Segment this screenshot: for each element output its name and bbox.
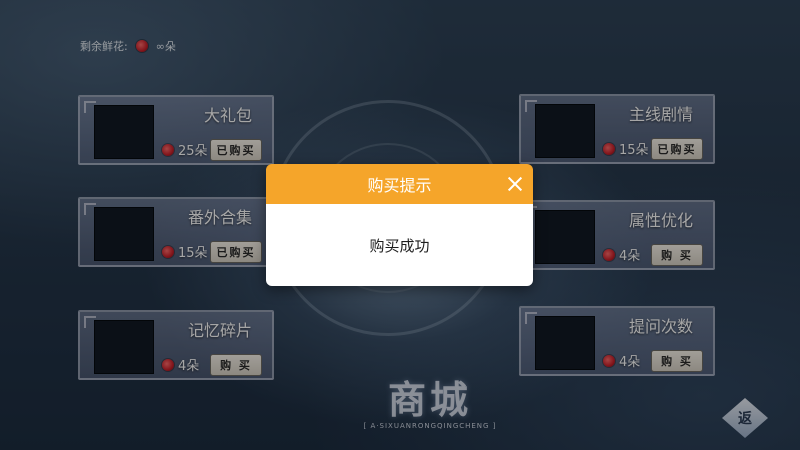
dialog-body: 购买成功 <box>266 204 533 286</box>
purchase-dialog: 购买提示 购买成功 <box>266 164 533 286</box>
dialog-title: 购买提示 <box>367 176 432 195</box>
close-icon[interactable] <box>505 174 525 194</box>
dialog-header: 购买提示 <box>266 164 533 204</box>
dialog-message: 购买成功 <box>369 236 430 255</box>
